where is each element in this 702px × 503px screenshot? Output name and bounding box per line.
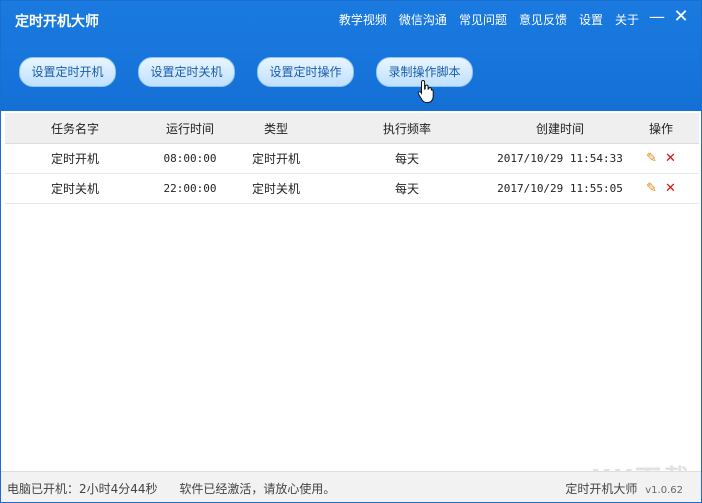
pencil-icon[interactable]: ✎ xyxy=(646,181,657,196)
table-row[interactable]: 定时关机 22:00:00 定时关机 每天 2017/10/29 11:55:0… xyxy=(5,174,699,204)
cell-frequency: 每天 xyxy=(394,182,419,196)
version-text: v1.0.62 xyxy=(645,485,683,496)
cell-created: 2017/10/29 11:54:33 xyxy=(497,152,623,165)
nav-tutorial-video[interactable]: 教学视频 xyxy=(339,11,387,28)
status-left: 电脑已开机：2小时4分44秒 软件已经激活，请放心使用。 xyxy=(7,480,335,497)
header-frequency: 执行频率 xyxy=(382,121,431,136)
cell-type: 定时开机 xyxy=(251,152,300,166)
cell-task-name: 定时开机 xyxy=(50,152,99,166)
nav-wechat[interactable]: 微信沟通 xyxy=(399,11,447,28)
top-nav: 教学视频 微信沟通 常见问题 意见反馈 设置 关于 xyxy=(339,11,639,28)
header-type: 类型 xyxy=(263,121,288,136)
title-bar: 定时开机大师 教学视频 微信沟通 常见问题 意见反馈 设置 关于 — ✕ 设置定… xyxy=(1,1,701,111)
main-window: 定时开机大师 教学视频 微信沟通 常见问题 意见反馈 设置 关于 — ✕ 设置定… xyxy=(0,0,702,503)
header-created: 创建时间 xyxy=(535,121,584,136)
nav-feedback[interactable]: 意见反馈 xyxy=(519,11,567,28)
status-app-name: 定时开机大师 xyxy=(565,482,638,496)
row-actions: ✎ ✕ xyxy=(623,181,699,196)
close-button[interactable]: ✕ xyxy=(671,7,691,27)
header-actions: 操作 xyxy=(648,121,673,136)
close-icon[interactable]: ✕ xyxy=(665,181,676,196)
nav-about[interactable]: 关于 xyxy=(615,11,639,28)
cell-type: 定时关机 xyxy=(251,182,300,196)
uptime-text: 电脑已开机：2小时4分44秒 xyxy=(7,482,158,496)
close-icon[interactable]: ✕ xyxy=(665,151,676,166)
cell-run-time: 08:00:00 xyxy=(163,152,217,165)
row-actions: ✎ ✕ xyxy=(623,151,699,166)
nav-settings[interactable]: 设置 xyxy=(579,11,603,28)
nav-faq[interactable]: 常见问题 xyxy=(459,11,507,28)
status-right: 定时开机大师 v1.0.62 xyxy=(565,480,683,497)
cell-created: 2017/10/29 11:55:05 xyxy=(497,182,623,195)
set-shutdown-button[interactable]: 设置定时关机 xyxy=(138,57,235,87)
header-run-time: 运行时间 xyxy=(165,121,214,136)
toolbar: 设置定时开机 设置定时关机 设置定时操作 录制操作脚本 xyxy=(19,57,473,87)
status-bar: 电脑已开机：2小时4分44秒 软件已经激活，请放心使用。 定时开机大师 v1.0… xyxy=(1,471,701,502)
cell-run-time: 22:00:00 xyxy=(163,182,217,195)
set-power-on-button[interactable]: 设置定时开机 xyxy=(19,57,116,87)
activation-text: 软件已经激活，请放心使用。 xyxy=(179,482,336,496)
task-table: 任务名字 运行时间 类型 执行频率 创建时间 操作 定时开机 08:00:00 … xyxy=(5,113,699,204)
header-task-name: 任务名字 xyxy=(50,121,99,136)
app-title: 定时开机大师 xyxy=(15,14,99,30)
minimize-button[interactable]: — xyxy=(647,7,667,27)
table-header: 任务名字 运行时间 类型 执行频率 创建时间 操作 xyxy=(5,113,699,144)
hand-cursor-icon xyxy=(417,79,434,103)
pencil-icon[interactable]: ✎ xyxy=(646,151,657,166)
set-operation-button[interactable]: 设置定时操作 xyxy=(257,57,354,87)
table-row[interactable]: 定时开机 08:00:00 定时开机 每天 2017/10/29 11:54:3… xyxy=(5,144,699,174)
cell-frequency: 每天 xyxy=(394,152,419,166)
cell-task-name: 定时关机 xyxy=(50,182,99,196)
